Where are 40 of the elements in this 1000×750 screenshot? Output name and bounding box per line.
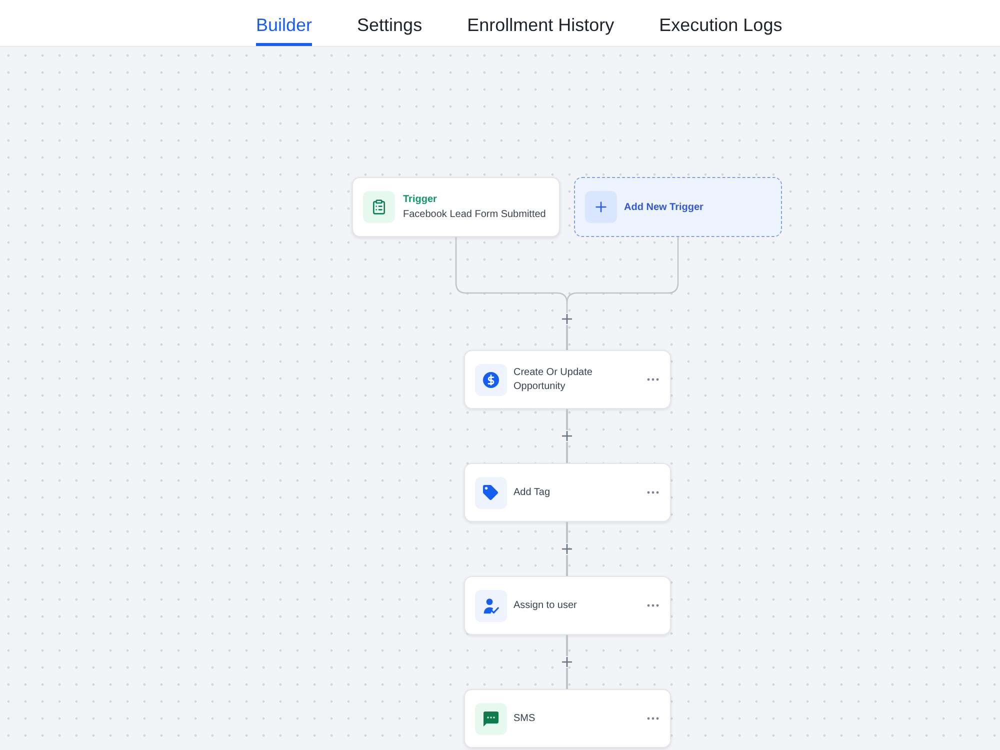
clipboard-icon — [363, 191, 395, 223]
plus-icon — [562, 657, 572, 667]
connector-line — [566, 442, 568, 463]
add-step-button[interactable] — [561, 656, 573, 668]
action-card[interactable]: Add Tag — [464, 463, 670, 522]
ellipsis-icon — [646, 717, 658, 720]
connector-line — [566, 522, 568, 543]
action-label: Add Tag — [514, 486, 552, 500]
user-check-icon — [474, 590, 506, 622]
plus-icon — [562, 544, 572, 554]
action-card[interactable]: SMS — [464, 689, 670, 748]
add-step-button[interactable] — [561, 430, 573, 442]
ellipsis-icon — [646, 604, 658, 607]
plus-icon — [562, 431, 572, 441]
add-trigger-button[interactable]: Add New Trigger — [574, 177, 782, 237]
trigger-card[interactable]: Trigger Facebook Lead Form Submitted — [352, 177, 560, 237]
action-label: Create Or Update Opportunity — [514, 366, 594, 394]
tab[interactable]: Enrollment History — [467, 0, 614, 46]
chat-bubble-icon — [474, 702, 506, 734]
dollar-icon — [474, 364, 506, 396]
action-label: SMS — [514, 712, 536, 726]
add-step-button[interactable] — [561, 313, 573, 325]
connector-line — [566, 325, 568, 350]
action-card[interactable]: Create Or Update Opportunity — [464, 350, 670, 409]
ellipsis-icon — [646, 491, 658, 494]
add-step-button[interactable] — [561, 543, 573, 555]
trigger-title: Trigger — [403, 193, 438, 206]
action-label: Assign to user — [514, 598, 578, 612]
action-card[interactable]: Assign to user — [464, 576, 670, 635]
plus-icon — [585, 191, 617, 223]
connector-line — [566, 409, 568, 430]
ellipsis-icon — [646, 378, 658, 381]
connector-line — [566, 555, 568, 576]
connector-line — [566, 635, 568, 656]
connector-line — [566, 668, 568, 689]
plus-icon — [562, 314, 572, 324]
trigger-label: Facebook Lead Form Submitted — [403, 208, 546, 221]
tab[interactable]: Execution Logs — [659, 0, 782, 46]
tab[interactable]: Settings — [357, 0, 422, 46]
tag-icon — [474, 476, 506, 508]
